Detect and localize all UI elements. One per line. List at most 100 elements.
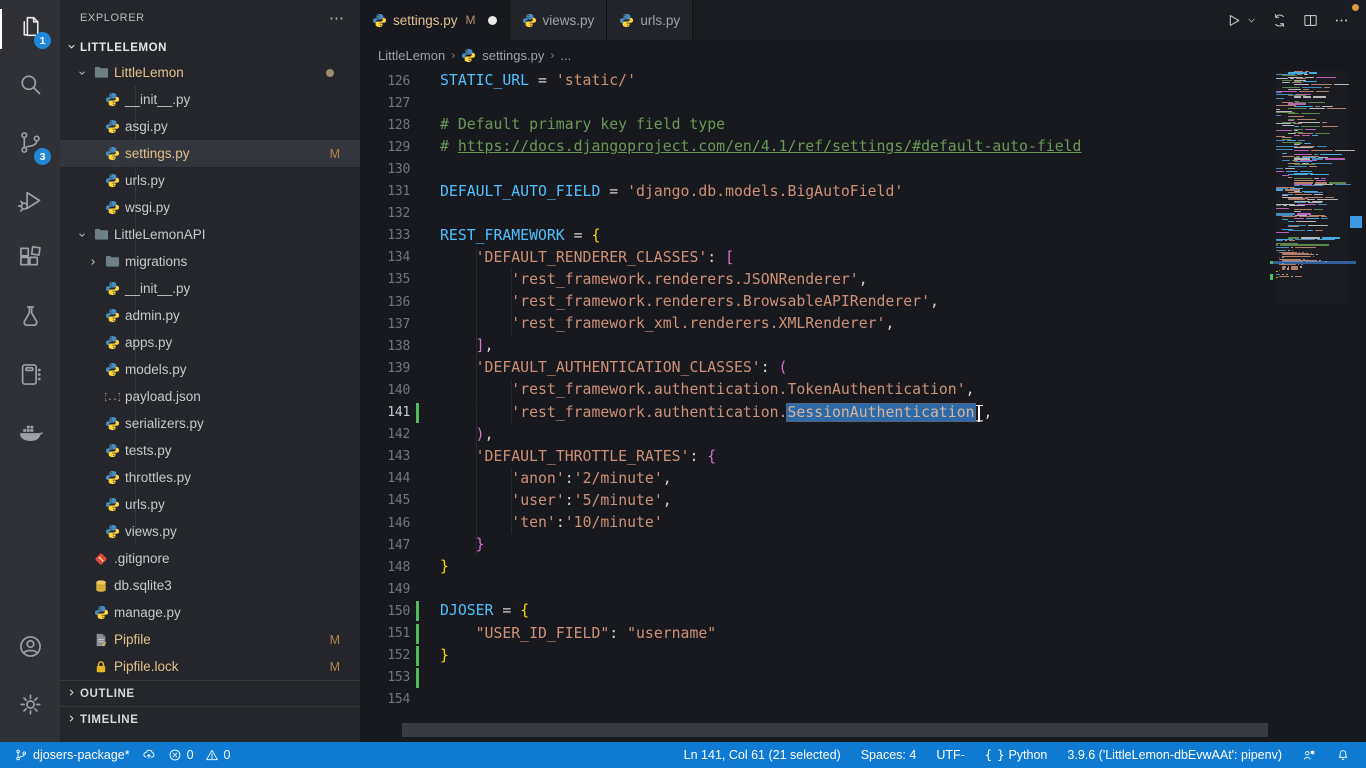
ellipsis-icon[interactable] xyxy=(1333,12,1350,29)
tree-item-throttles-py[interactable]: throttles.py xyxy=(60,464,360,491)
minimap[interactable] xyxy=(1276,70,1348,304)
line-number[interactable]: 150 xyxy=(360,604,410,619)
code-line-151[interactable]: 151 "USER_ID_FIELD": "username" xyxy=(360,623,1260,645)
code-line-137[interactable]: 137 'rest_framework_xml.renderers.XMLRen… xyxy=(360,313,1260,335)
tree-item-pipfile-lock[interactable]: Pipfile.lockM xyxy=(60,653,360,680)
code-line-138[interactable]: 138 ], xyxy=(360,335,1260,357)
play-icon[interactable] xyxy=(1225,12,1242,29)
indentation[interactable]: Spaces: 4 xyxy=(855,748,923,762)
code-line-130[interactable]: 130 xyxy=(360,158,1260,180)
code-line-148[interactable]: 148} xyxy=(360,556,1260,578)
tree-item-tests-py[interactable]: tests.py xyxy=(60,437,360,464)
line-number[interactable]: 128 xyxy=(360,118,410,133)
compare-icon[interactable] xyxy=(1271,12,1288,29)
python-interpreter[interactable]: 3.9.6 ('LittleLemon-dbEvwAAt': pipenv) xyxy=(1061,748,1288,762)
line-number[interactable]: 149 xyxy=(360,582,410,597)
tree-item-littlelemon[interactable]: LittleLemon xyxy=(60,59,360,86)
code-line-153[interactable]: 153 xyxy=(360,667,1260,689)
line-number[interactable]: 143 xyxy=(360,449,410,464)
code-line-152[interactable]: 152} xyxy=(360,645,1260,667)
breadcrumb-file[interactable]: settings.py xyxy=(482,48,544,63)
activity-item-testing[interactable] xyxy=(0,290,60,348)
line-number[interactable]: 153 xyxy=(360,670,410,685)
line-number[interactable]: 139 xyxy=(360,361,410,376)
line-number[interactable]: 152 xyxy=(360,648,410,663)
tree-item--init-py[interactable]: __init__.py xyxy=(60,86,360,113)
notifications-button[interactable] xyxy=(1330,748,1356,762)
line-number[interactable]: 131 xyxy=(360,184,410,199)
activity-item-settings[interactable] xyxy=(0,678,60,736)
code-line-128[interactable]: 128# Default primary key field type xyxy=(360,114,1260,136)
sync-changes-button[interactable] xyxy=(136,748,162,762)
line-number[interactable]: 130 xyxy=(360,162,410,177)
timeline-section[interactable]: TIMELINE xyxy=(60,706,360,732)
code-line-139[interactable]: 139 'DEFAULT_AUTHENTICATION_CLASSES': ( xyxy=(360,357,1260,379)
feedback-button[interactable] xyxy=(1296,748,1322,762)
tree-item-asgi-py[interactable]: asgi.py xyxy=(60,113,360,140)
code-line-140[interactable]: 140 'rest_framework.authentication.Token… xyxy=(360,379,1260,401)
code-line-154[interactable]: 154 xyxy=(360,689,1260,711)
activity-item-source-control[interactable]: 3 xyxy=(0,116,60,174)
code-line-133[interactable]: 133REST_FRAMEWORK = { xyxy=(360,225,1260,247)
code-line-145[interactable]: 145 'user':'5/minute', xyxy=(360,490,1260,512)
code-editor[interactable]: 126STATIC_URL = 'static/'127128# Default… xyxy=(360,70,1366,742)
line-number[interactable]: 129 xyxy=(360,140,410,155)
problems-status[interactable]: 00 xyxy=(162,748,237,762)
tree-item-urls-py[interactable]: urls.py xyxy=(60,167,360,194)
tab-urls-py[interactable]: urls.py xyxy=(607,0,693,40)
tree-item-wsgi-py[interactable]: wsgi.py xyxy=(60,194,360,221)
tree-item-manage-py[interactable]: manage.py xyxy=(60,599,360,626)
line-number[interactable]: 138 xyxy=(360,339,410,354)
code-line-143[interactable]: 143 'DEFAULT_THROTTLE_RATES': { xyxy=(360,446,1260,468)
tree-item-pipfile[interactable]: PipfileM xyxy=(60,626,360,653)
tree-item-payload-json[interactable]: {..}payload.json xyxy=(60,383,360,410)
line-number[interactable]: 132 xyxy=(360,206,410,221)
overview-ruler[interactable] xyxy=(1348,70,1366,742)
tree-item-views-py[interactable]: views.py xyxy=(60,518,360,545)
tree-item-models-py[interactable]: models.py xyxy=(60,356,360,383)
code-line-134[interactable]: 134 'DEFAULT_RENDERER_CLASSES': [ xyxy=(360,247,1260,269)
activity-item-notebook[interactable] xyxy=(0,348,60,406)
tree-item-urls-py[interactable]: urls.py xyxy=(60,491,360,518)
line-number[interactable]: 144 xyxy=(360,471,410,486)
code-line-129[interactable]: 129# https://docs.djangoproject.com/en/4… xyxy=(360,136,1260,158)
horizontal-scrollbar[interactable] xyxy=(402,723,1268,737)
code-line-142[interactable]: 142 ), xyxy=(360,424,1260,446)
tab-views-py[interactable]: views.py xyxy=(510,0,608,40)
code-line-150[interactable]: 150DJOSER = { xyxy=(360,600,1260,622)
code-line-127[interactable]: 127 xyxy=(360,92,1260,114)
tree-item--gitignore[interactable]: .gitignore xyxy=(60,545,360,572)
line-number[interactable]: 137 xyxy=(360,317,410,332)
activity-item-docker[interactable] xyxy=(0,406,60,464)
activity-item-extensions[interactable] xyxy=(0,232,60,290)
tree-item-serializers-py[interactable]: serializers.py xyxy=(60,410,360,437)
line-number[interactable]: 126 xyxy=(360,74,410,89)
tree-item-apps-py[interactable]: apps.py xyxy=(60,329,360,356)
encoding[interactable]: UTF- xyxy=(930,748,970,762)
explorer-more-actions-icon[interactable]: ⋯ xyxy=(329,9,346,27)
line-number[interactable]: 148 xyxy=(360,560,410,575)
code-line-144[interactable]: 144 'anon':'2/minute', xyxy=(360,468,1260,490)
code-line-149[interactable]: 149 xyxy=(360,578,1260,600)
tree-item-migrations[interactable]: migrations xyxy=(60,248,360,275)
chevron-down-icon[interactable] xyxy=(1246,15,1257,26)
activity-item-account[interactable] xyxy=(0,620,60,678)
line-number[interactable]: 135 xyxy=(360,272,410,287)
activity-item-explorer[interactable]: 1 xyxy=(0,0,60,58)
line-number[interactable]: 142 xyxy=(360,427,410,442)
line-number[interactable]: 146 xyxy=(360,516,410,531)
git-branch-status[interactable]: djosers-package* xyxy=(8,748,136,762)
activity-item-search[interactable] xyxy=(0,58,60,116)
tab-settings-py[interactable]: settings.pyM xyxy=(360,0,510,40)
line-number[interactable]: 141 xyxy=(360,405,410,420)
line-number[interactable]: 136 xyxy=(360,295,410,310)
project-section-header[interactable]: LITTLELEMON xyxy=(60,36,360,59)
activity-item-run-debug[interactable] xyxy=(0,174,60,232)
cursor-position[interactable]: Ln 141, Col 61 (21 selected) xyxy=(678,748,847,762)
tree-item-settings-py[interactable]: settings.pyM xyxy=(60,140,360,167)
line-number[interactable]: 147 xyxy=(360,538,410,553)
line-number[interactable]: 145 xyxy=(360,493,410,508)
code-line-135[interactable]: 135 'rest_framework.renderers.JSONRender… xyxy=(360,269,1260,291)
line-number[interactable]: 154 xyxy=(360,692,410,707)
tree-item--init-py[interactable]: __init__.py xyxy=(60,275,360,302)
